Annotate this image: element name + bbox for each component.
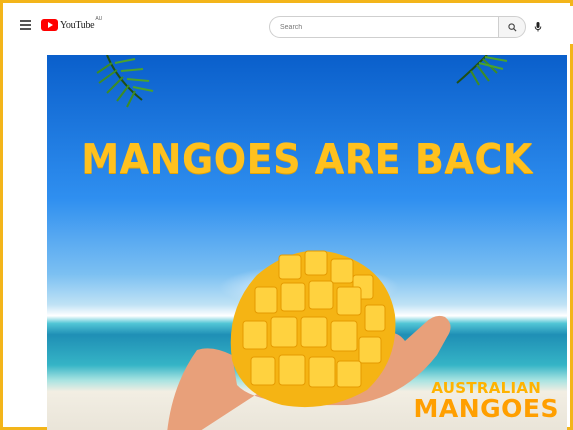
logo-text: YouTube: [60, 19, 95, 31]
search-bar: [269, 16, 526, 38]
youtube-play-icon: [41, 19, 58, 31]
video-headline: MANGOES ARE BACK: [81, 135, 533, 183]
video-player[interactable]: MANGOES ARE BACK AUSTRALIAN MANGOES: [47, 55, 567, 430]
voice-search-button[interactable]: [532, 20, 544, 34]
video-scene: [96, 55, 508, 430]
logo-region: AU: [95, 16, 103, 22]
brand-line-2: MANGOES: [413, 394, 559, 423]
search-icon: [507, 22, 517, 32]
youtube-header: YouTube AU: [6, 6, 573, 44]
microphone-icon: [534, 22, 542, 32]
youtube-logo[interactable]: YouTube AU: [41, 16, 103, 32]
australian-mangoes-logo: AUSTRALIAN MANGOES: [413, 381, 559, 423]
browser-frame: YouTube AU Search MANGOES ARE BACK AUSTR…: [0, 0, 573, 430]
search-input[interactable]: [269, 16, 498, 38]
palm-frond-left: [96, 55, 154, 108]
palm-frond-right: [456, 55, 508, 86]
hamburger-menu-icon[interactable]: [20, 20, 31, 30]
search-button[interactable]: [498, 16, 526, 38]
